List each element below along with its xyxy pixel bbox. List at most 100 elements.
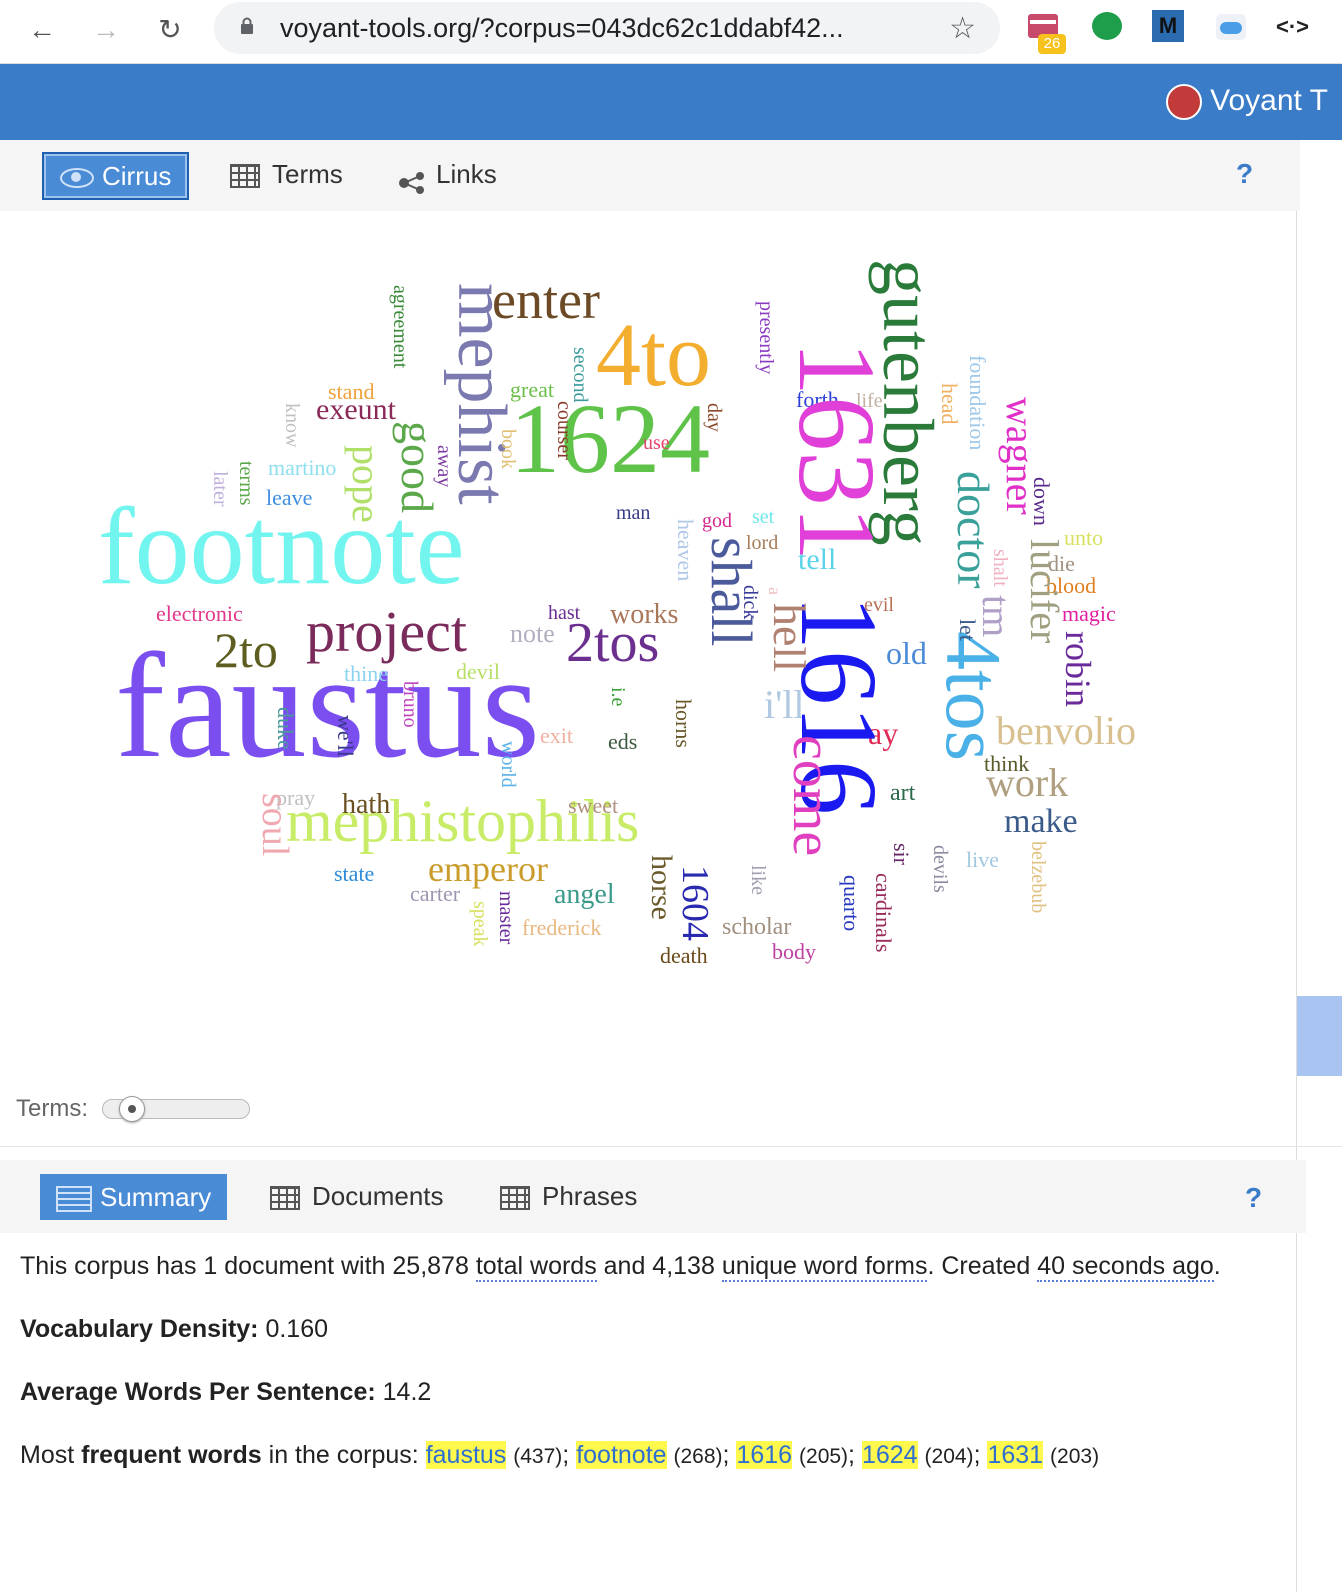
cloud-word[interactable]: stand (328, 381, 374, 403)
cloud-word[interactable]: head (937, 383, 962, 425)
cloud-word[interactable]: agreement (389, 285, 411, 368)
tab-links[interactable]: Links (398, 152, 497, 196)
cloud-word[interactable]: quarto (839, 875, 864, 931)
tab-phrases[interactable]: Phrases (500, 1174, 637, 1218)
bookmark-star-icon[interactable]: ☆ (949, 11, 976, 46)
help-icon[interactable]: ? (1245, 1182, 1262, 1214)
created-time-link[interactable]: 40 seconds ago (1037, 1252, 1214, 1282)
cloud-word[interactable]: devil (456, 661, 500, 683)
extension-badge-icon[interactable]: 26 (1026, 10, 1066, 54)
tab-documents[interactable]: Documents (270, 1174, 444, 1218)
cloud-word[interactable]: exit (540, 725, 573, 747)
cloud-word[interactable]: pope (344, 445, 389, 523)
cloud-word[interactable]: horns (671, 699, 696, 748)
cloud-word[interactable]: speak (469, 901, 491, 947)
cloud-word[interactable]: project (306, 603, 467, 661)
cloud-word[interactable]: thine (344, 663, 388, 685)
m-extension-icon[interactable]: M (1152, 10, 1186, 44)
cloud-word[interactable]: leave (266, 487, 312, 509)
cloud-word[interactable]: scholar (722, 915, 791, 939)
cloud-word[interactable]: belzebub (1027, 841, 1049, 913)
cloud-word[interactable]: 1631 (776, 341, 898, 561)
frequent-word-link[interactable]: 1616 (736, 1441, 793, 1469)
slider-handle[interactable] (119, 1096, 146, 1122)
cloud-word[interactable]: day (703, 403, 725, 432)
cloud-word[interactable]: devils (929, 845, 951, 893)
cloud-word[interactable]: unto (1064, 527, 1103, 549)
cloud-word[interactable]: heaven (673, 519, 698, 581)
app-brand[interactable]: Voyant T (1166, 84, 1328, 121)
address-bar[interactable]: voyant-tools.org/?corpus=043dc62c1ddabf4… (214, 2, 1000, 54)
cloud-word[interactable]: down (1029, 477, 1054, 526)
cloud-word[interactable]: lucifer (1022, 539, 1067, 643)
cloud-word[interactable]: bruno (399, 681, 421, 728)
cloud-word[interactable]: come (781, 735, 843, 856)
cloud-word[interactable]: horse (645, 855, 678, 920)
cloud-word[interactable]: dick (739, 585, 761, 619)
cloud-word[interactable]: terms (235, 461, 257, 505)
cloud-word[interactable]: 4tos (930, 631, 1017, 761)
unique-words-link[interactable]: unique word forms (721, 1252, 928, 1282)
back-icon[interactable]: ← (24, 12, 60, 48)
cloud-word[interactable]: i.e (607, 687, 629, 706)
cloud-word[interactable]: live (966, 849, 999, 871)
cloud-word[interactable]: 4to (596, 311, 711, 401)
tab-terms[interactable]: Terms (230, 152, 343, 196)
cloud-word[interactable]: set (752, 507, 774, 527)
cloud-word[interactable]: cardinals (871, 873, 896, 952)
reload-icon[interactable]: ↻ (152, 12, 188, 48)
cloud-word[interactable]: hell (764, 603, 815, 672)
cloud-word[interactable]: away (433, 445, 455, 487)
cloud-word[interactable]: work (986, 763, 1068, 803)
cloud-word[interactable]: state (334, 863, 374, 885)
cloud-word[interactable]: a (765, 587, 785, 595)
cloud-word[interactable]: magic (1062, 603, 1116, 625)
cloud-word[interactable]: make (1004, 805, 1078, 839)
cloud-word[interactable]: body (772, 941, 816, 963)
cloud-word[interactable]: like (747, 865, 769, 895)
cloud-word[interactable]: mephist (443, 283, 520, 505)
cloud-word[interactable]: second (569, 347, 591, 403)
cloud-word[interactable]: we'll (333, 715, 358, 757)
cloud-word[interactable]: carter (410, 883, 460, 905)
cloud-icon[interactable] (1214, 10, 1248, 44)
cloud-word[interactable]: works (610, 601, 678, 629)
terms-slider[interactable] (102, 1096, 251, 1122)
cloud-word[interactable]: eds (608, 731, 637, 753)
frequent-word-link[interactable]: footnote (576, 1441, 667, 1469)
side-panel-scroll-thumb[interactable] (1297, 996, 1342, 1076)
frequent-word-link[interactable]: 1631 (987, 1441, 1044, 1469)
cloud-word[interactable]: master (495, 891, 517, 944)
cloud-word[interactable]: robin (1058, 631, 1098, 707)
cloud-word[interactable]: death (660, 945, 708, 967)
cloud-word[interactable]: tm (974, 595, 1019, 637)
cloud-word[interactable]: god (702, 511, 732, 531)
cloud-word[interactable]: presently (755, 301, 777, 374)
cloud-word[interactable]: frederick (522, 917, 601, 939)
cloud-word[interactable]: electronic (156, 603, 243, 625)
tab-summary[interactable]: Summary (40, 1174, 228, 1220)
cloud-word[interactable]: use (643, 433, 670, 453)
cloud-word[interactable]: sir (889, 843, 914, 865)
cloud-word[interactable]: shalt (989, 549, 1011, 587)
forward-icon[interactable]: → (88, 12, 124, 48)
total-words-link[interactable]: total words (475, 1252, 597, 1282)
help-icon[interactable]: ? (1236, 158, 1253, 190)
cloud-word[interactable]: man (616, 503, 650, 523)
cloud-word[interactable]: duke (273, 707, 298, 750)
cloud-word[interactable]: know (281, 403, 303, 447)
cloud-word[interactable]: world (497, 741, 519, 788)
cloud-word[interactable]: sweet (568, 795, 618, 817)
cloud-word[interactable]: book (497, 429, 519, 469)
frequent-word-link[interactable]: 1624 (861, 1441, 918, 1469)
frequent-word-link[interactable]: faustus (425, 1441, 507, 1469)
cloud-word[interactable]: soul (254, 793, 296, 856)
cloud-word[interactable]: 2to (214, 625, 278, 675)
cloud-word[interactable]: 1604 (674, 865, 716, 941)
cloud-word[interactable]: foundation (965, 355, 990, 450)
cloud-word[interactable]: later (209, 471, 231, 507)
chat-bubble-icon[interactable] (1090, 10, 1124, 44)
cloud-word[interactable]: courser (553, 401, 575, 460)
cloud-word[interactable]: note (510, 621, 555, 647)
code-icon[interactable]: <·> (1276, 10, 1310, 44)
